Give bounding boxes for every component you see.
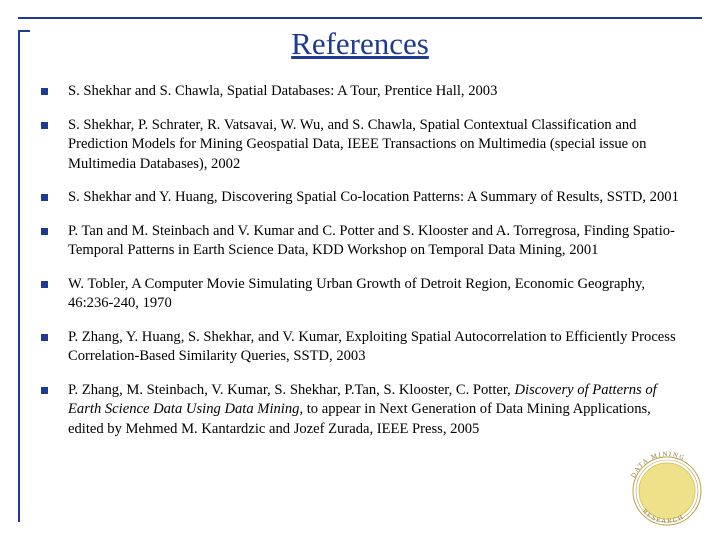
slide: References S. Shekhar and S. Chawla, Spa… (0, 0, 720, 540)
list-item: P. Zhang, Y. Huang, S. Shekhar, and V. K… (36, 328, 684, 367)
slide-border-left (18, 30, 20, 522)
reference-list: S. Shekhar and S. Chawla, Spatial Databa… (36, 82, 684, 453)
list-item: S. Shekhar and S. Chawla, Spatial Databa… (36, 82, 684, 102)
slide-border-top (18, 17, 702, 19)
list-item: P. Tan and M. Steinbach and V. Kumar and… (36, 222, 684, 261)
bullet-icon (41, 280, 48, 288)
bullet-icon (41, 333, 48, 341)
reference-text: S. Shekhar, P. Schrater, R. Vatsavai, W.… (68, 116, 647, 172)
reference-text: W. Tobler, A Computer Movie Simulating U… (68, 275, 646, 312)
bullet-icon (41, 194, 48, 201)
list-item: S. Shekhar and Y. Huang, Discovering Spa… (36, 188, 684, 208)
list-item: P. Zhang, M. Steinbach, V. Kumar, S. She… (36, 381, 684, 440)
research-seal-logo: DATA MINING RESEARCH (624, 448, 710, 534)
reference-text: P. Zhang, M. Steinbach, V. Kumar, S. She… (68, 381, 657, 437)
reference-text: S. Shekhar and S. Chawla, Spatial Databa… (68, 83, 498, 99)
reference-text: S. Shekhar and Y. Huang, Discovering Spa… (68, 189, 679, 205)
reference-text: P. Zhang, Y. Huang, S. Shekhar, and V. K… (68, 328, 676, 365)
bullet-icon (41, 386, 48, 394)
list-item: S. Shekhar, P. Schrater, R. Vatsavai, W.… (36, 116, 684, 175)
bullet-icon (41, 88, 48, 95)
page-title: References (291, 26, 429, 61)
bullet-icon (41, 227, 48, 235)
bullet-icon (41, 121, 48, 129)
reference-text: P. Tan and M. Steinbach and V. Kumar and… (68, 222, 675, 259)
list-item: W. Tobler, A Computer Movie Simulating U… (36, 275, 684, 314)
